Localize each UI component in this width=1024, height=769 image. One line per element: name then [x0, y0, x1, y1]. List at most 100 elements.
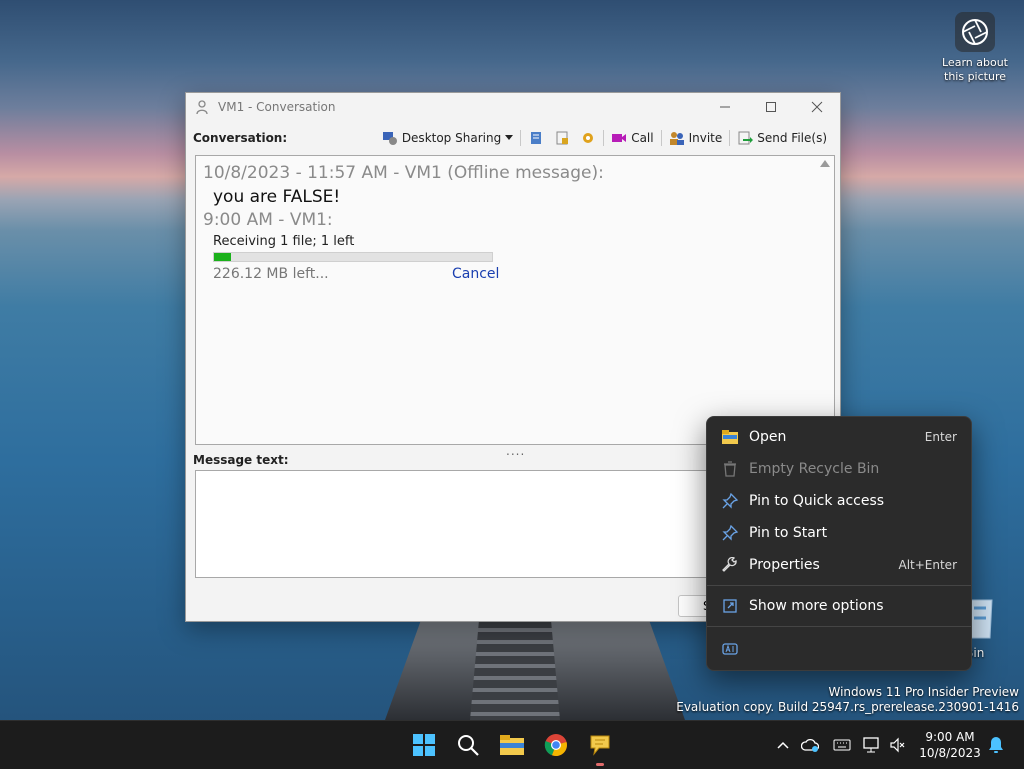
file-transfer-status: Receiving 1 file; 1 left — [213, 234, 355, 249]
call-button[interactable]: Call — [606, 130, 658, 146]
notifications-button[interactable] — [982, 729, 1010, 761]
menu-item-label: Pin to Quick access — [749, 493, 885, 509]
watermark-line2: Evaluation copy. Build 25947.rs_prerelea… — [676, 700, 1019, 714]
menu-item-pin-to-start[interactable]: Pin to Start — [707, 517, 971, 549]
pin-icon — [721, 492, 739, 510]
video-camera-icon — [612, 134, 627, 142]
menu-item-rename[interactable] — [707, 633, 971, 665]
search-button[interactable] — [452, 729, 484, 761]
camera-lens-icon — [955, 12, 995, 52]
book-icon — [531, 132, 542, 144]
wrench-icon — [721, 556, 739, 574]
menu-item-pin-quick-access[interactable]: Pin to Quick access — [707, 485, 971, 517]
invite-label: Invite — [688, 131, 723, 145]
clock-time: 9:00 AM — [925, 730, 975, 744]
keyboard-button[interactable] — [826, 739, 858, 751]
file-transfer-progress — [213, 252, 493, 262]
send-file-icon — [738, 131, 754, 145]
invite-button[interactable]: Invite — [664, 130, 728, 146]
menu-item-properties[interactable]: Properties Alt+Enter — [707, 549, 971, 581]
chevron-up-icon — [777, 741, 789, 749]
message-header: 9:00 AM - VM1: — [203, 210, 333, 230]
menu-item-open[interactable]: Open Enter — [707, 421, 971, 453]
share-icon — [721, 597, 739, 615]
cancel-transfer-link[interactable]: Cancel — [452, 266, 499, 282]
toolbar-separator — [603, 130, 605, 146]
chevron-down-icon — [505, 135, 514, 140]
maximize-button[interactable] — [748, 93, 794, 121]
users-icon — [669, 132, 684, 145]
learn-about-picture[interactable]: Learn about this picture — [940, 12, 1010, 84]
search-icon — [458, 735, 479, 756]
close-button[interactable] — [794, 93, 840, 121]
conversation-label: Conversation: — [193, 131, 288, 145]
network-button[interactable] — [858, 737, 886, 753]
window-title: VM1 - Conversation — [218, 100, 336, 114]
context-menu: Open Enter Empty Recycle Bin Pin to Quic… — [706, 416, 972, 671]
chrome-button[interactable] — [540, 729, 572, 761]
cloud-icon — [801, 738, 819, 752]
menu-item-shortcut: Alt+Enter — [898, 558, 957, 572]
close-icon — [811, 101, 823, 113]
start-button[interactable] — [408, 729, 440, 761]
history-button[interactable] — [523, 130, 549, 146]
message-body: you are FALSE! — [213, 187, 341, 207]
send-files-label: Send File(s) — [757, 131, 827, 145]
windows-logo-icon — [413, 734, 435, 756]
gear-icon — [583, 133, 594, 143]
minimize-button[interactable] — [702, 93, 748, 121]
watermark-line1: Windows 11 Pro Insider Preview — [828, 685, 1019, 699]
rename-icon — [721, 640, 739, 658]
taskbar: 9:00 AM 10/8/2023 — [0, 720, 1024, 769]
bell-icon — [989, 737, 1003, 753]
desktop-sharing-icon — [382, 132, 397, 145]
settings-button[interactable] — [575, 130, 601, 146]
menu-separator — [707, 585, 971, 586]
volume-button[interactable] — [886, 737, 910, 753]
menu-separator — [707, 626, 971, 627]
menu-item-label: Properties — [749, 557, 820, 573]
chat-bubble-icon — [590, 735, 610, 756]
trash-icon — [721, 460, 739, 478]
message-text-label: Message text: — [193, 453, 289, 467]
conversation-history[interactable]: 10/8/2023 - 11:57 AM - VM1 (Offline mess… — [195, 155, 835, 445]
call-label: Call — [631, 131, 654, 145]
learn-about-line2: this picture — [944, 70, 1006, 83]
toolbar-separator — [729, 130, 731, 146]
menu-item-shortcut: Enter — [924, 430, 957, 444]
menu-item-show-more-options[interactable]: Show more options — [707, 590, 971, 622]
title-bar[interactable]: VM1 - Conversation — [186, 93, 840, 121]
menu-item-empty-recycle-bin[interactable]: Empty Recycle Bin — [707, 453, 971, 485]
pin-icon — [721, 524, 739, 542]
document-icon — [556, 131, 569, 145]
onedrive-button[interactable] — [794, 738, 826, 752]
maximize-icon — [766, 102, 776, 112]
buddy-icon — [196, 100, 208, 115]
network-icon — [863, 737, 879, 753]
learn-about-line1: Learn about — [942, 56, 1008, 69]
folder-icon — [721, 428, 739, 446]
remaining-size: 226.12 MB left... — [213, 266, 329, 282]
keyboard-icon — [833, 739, 851, 751]
toolbar-separator — [660, 130, 662, 146]
scroll-up-arrow[interactable] — [820, 160, 830, 167]
wallpaper-pier-stairs — [470, 620, 560, 720]
file-explorer-button[interactable] — [496, 729, 528, 761]
desktop-sharing-button[interactable]: Desktop Sharing — [377, 130, 518, 146]
progress-fill — [214, 253, 231, 261]
menu-item-label: Empty Recycle Bin — [749, 461, 880, 477]
volume-muted-icon — [890, 737, 905, 753]
chrome-icon — [544, 734, 567, 757]
clock-date: 10/8/2023 — [919, 746, 981, 760]
taskbar-clock[interactable]: 9:00 AM 10/8/2023 — [918, 729, 982, 761]
folder-icon — [500, 735, 524, 755]
messenger-button[interactable] — [584, 729, 616, 766]
show-hidden-icons-button[interactable] — [772, 741, 794, 749]
evaluation-watermark: Windows 11 Pro Insider Preview Evaluatio… — [676, 685, 1019, 715]
splitter-handle[interactable]: .... — [506, 444, 525, 458]
send-files-button[interactable]: Send File(s) — [732, 130, 832, 146]
notes-button[interactable] — [549, 130, 575, 146]
menu-item-label: Pin to Start — [749, 525, 828, 541]
toolbar-separator — [520, 130, 522, 146]
conversation-toolbar: Conversation: Desktop Sharing Call Invit… — [186, 127, 840, 149]
